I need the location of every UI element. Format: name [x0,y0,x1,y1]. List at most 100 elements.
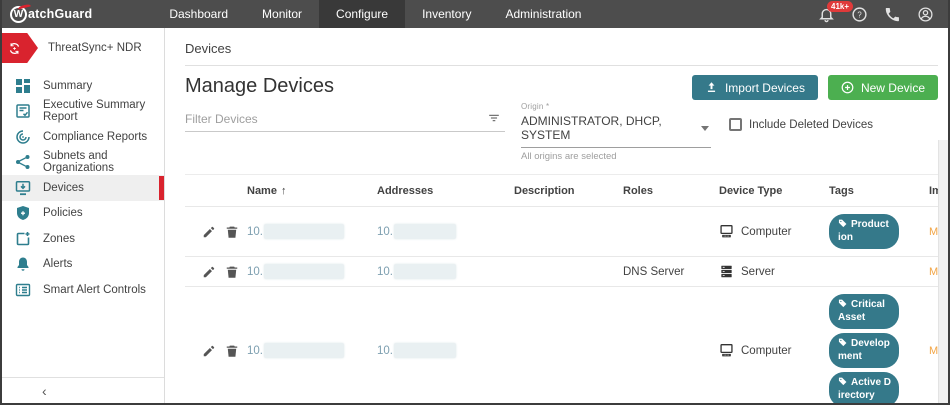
sidebar-item-smart-alert-controls[interactable]: Smart Alert Controls [2,277,164,303]
sidebar-item-executive-summary-report[interactable]: Executive Summary Report [2,99,164,125]
nav-item-configure[interactable]: Configure [319,0,406,28]
report-icon [15,103,31,119]
main-content: Devices Manage Devices Import Devices Ne… [165,28,948,403]
alerts-icon [15,256,31,272]
origin-dropdown[interactable]: ADMINISTRATOR, DHCP, SYSTEM [521,111,711,148]
sort-ascending-icon: ↑ [280,184,287,197]
filter-icon[interactable] [487,111,501,125]
delete-device-button[interactable] [225,344,239,358]
app-window: W atchGuard Dashboard Monitor Configure Inv… [0,0,950,405]
sidebar-item-label: Alerts [43,258,73,271]
origin-select: Origin * ADMINISTRATOR, DHCP, SYSTEM All… [521,102,711,162]
new-device-button[interactable]: New Device [827,75,938,100]
sidebar-item-summary[interactable]: Summary [2,73,164,99]
sidebar-item-devices[interactable]: Devices [2,175,164,201]
vertical-scrollbar[interactable] [938,140,948,403]
edit-device-button[interactable] [202,265,216,279]
device-type: Computer [719,224,829,239]
device-name-link[interactable]: 10. [247,264,377,279]
sidebar-collapse-button[interactable]: ‹ [2,377,164,403]
row-actions [185,265,247,279]
column-header-description[interactable]: Description [514,185,623,197]
device-table-row: 10.10.ComputerProductionMedium [185,207,948,257]
watchguard-logo: W atchGuard [10,3,92,23]
edit-device-button[interactable] [202,225,216,239]
devices-table: Name ↑ Addresses Description Roles Device Typ… [185,174,948,403]
watchguard-logo-circle: W [10,3,32,23]
include-deleted-label: Include Deleted Devices [749,118,874,131]
nav-item-dashboard[interactable]: Dashboard [152,0,245,28]
computer-icon [719,343,734,358]
device-type: Server [719,264,829,279]
sidebar-item-label: Smart Alert Controls [43,283,146,296]
filter-devices-field [185,102,505,132]
notifications-bell-icon[interactable]: 41k+ [818,0,854,23]
device-address: 10. [377,224,514,239]
devices-table-body: 10.10.ComputerProductionMedium10.10.DNS … [185,207,948,403]
threatsync-sync-icon [2,33,38,63]
policies-icon [15,205,31,221]
device-name-link[interactable]: 10. [247,343,377,358]
nav-item-administration[interactable]: Administration [488,0,598,28]
top-nav-utilities: 41k+ ? [818,0,934,23]
summary-grid-icon [15,78,31,94]
device-name-link[interactable]: 10. [247,224,377,239]
column-header-device-type[interactable]: Device Type [719,185,829,197]
row-actions [185,225,247,239]
sidebar-item-zones[interactable]: Zones [2,226,164,252]
filter-devices-input[interactable] [185,112,475,131]
device-address: 10. [377,264,514,279]
sidebar-item-label: Subnets and Organizations [43,150,114,175]
column-header-addresses[interactable]: Addresses [377,185,514,197]
product-header: ThreatSync+ NDR [2,33,164,63]
top-nav-items: Dashboard Monitor Configure Inventory Admini… [152,0,598,28]
phone-support-icon[interactable] [884,6,901,23]
sidebar-item-label: Summary [43,79,93,92]
tag-icon [838,377,851,388]
sidebar: ThreatSync+ NDR Summary Executive Summary… [2,28,165,403]
redacted-address-value [394,264,456,279]
include-deleted-checkbox[interactable] [729,118,742,131]
section-title: Manage Devices [185,75,334,97]
column-header-name[interactable]: Name ↑ [247,185,377,197]
device-tags: Critical Asset Development Active Director… [829,287,929,403]
device-address: 10. [377,343,514,358]
sidebar-item-alerts[interactable]: Alerts [2,252,164,278]
column-header-roles[interactable]: Roles [623,185,719,197]
tag-icon [838,219,851,230]
tag-pill: Production [829,214,899,249]
help-icon[interactable]: ? [851,6,868,23]
device-tags: Production [829,207,929,256]
row-actions [185,344,247,358]
include-deleted-devices-control[interactable]: Include Deleted Devices [729,118,873,131]
delete-device-button[interactable] [225,265,239,279]
device-type: Computer [719,343,829,358]
device-roles: DNS Server [623,265,685,278]
nav-item-monitor[interactable]: Monitor [245,0,319,28]
redacted-name-value [264,343,344,358]
redacted-name-value [264,224,344,239]
tag-pill: Critical Asset [829,294,899,329]
edit-device-button[interactable] [202,344,216,358]
sidebar-item-label: Zones [43,232,75,245]
devices-icon [15,180,31,196]
delete-device-button[interactable] [225,225,239,239]
sidebar-item-compliance-reports[interactable]: Compliance Reports [2,124,164,150]
sidebar-item-policies[interactable]: Policies [2,201,164,227]
tag-pill: Active Directory [829,372,899,403]
column-header-tags[interactable]: Tags [829,185,929,197]
zones-icon [15,231,31,247]
sidebar-item-label: Compliance Reports [43,130,148,143]
account-icon[interactable] [917,6,934,23]
redacted-address-value [394,343,456,358]
page-title: Devices [185,28,938,66]
device-tags [829,265,929,279]
smart-alert-icon [15,282,31,298]
sidebar-item-label: Executive Summary Report [43,99,146,124]
server-icon [719,264,734,279]
devices-table-header: Name ↑ Addresses Description Roles Device Typ… [185,175,948,207]
nav-item-inventory[interactable]: Inventory [405,0,488,28]
import-devices-button[interactable]: Import Devices [691,75,818,100]
redacted-name-value [264,264,344,279]
sidebar-item-subnets-and-organizations[interactable]: Subnets and Organizations [2,150,164,176]
